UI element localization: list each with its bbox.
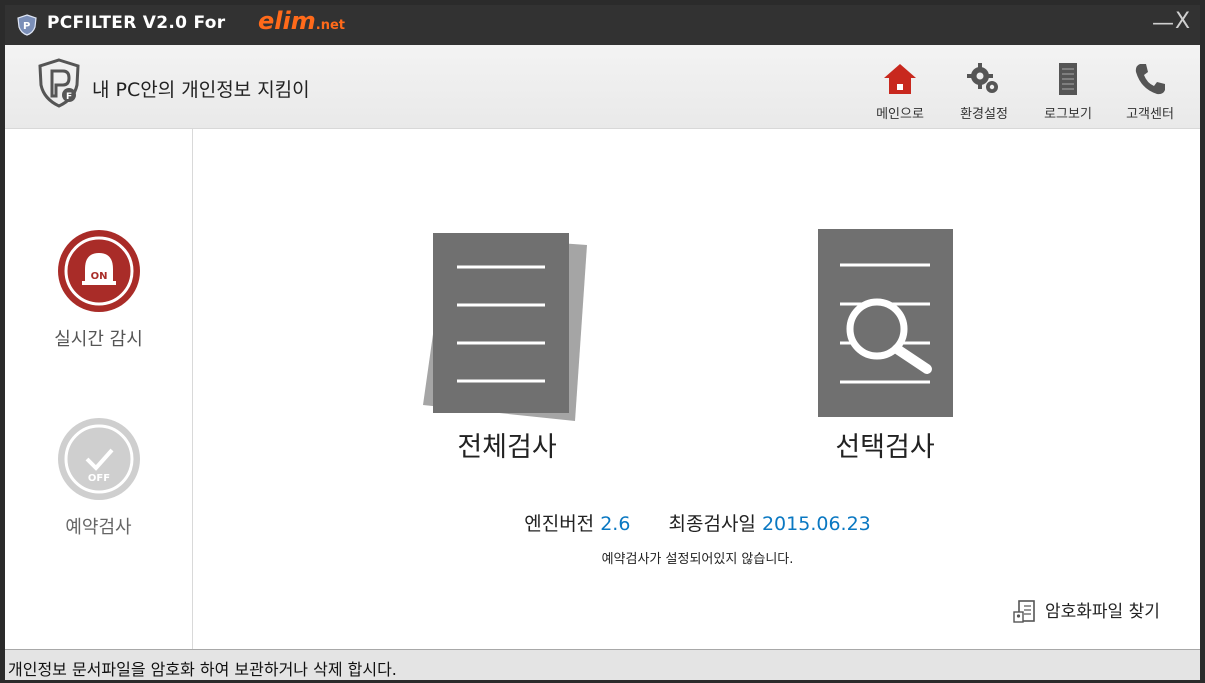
main-content: ON 실시간 감시 OFF 예약검사 전체검사 선택검사 엔진버전 2.6 최종… — [5, 129, 1200, 649]
status-text: 개인정보 문서파일을 암호화 하여 보관하거나 삭제 합시다. — [8, 660, 397, 679]
alarm-on-icon: ON — [57, 230, 140, 312]
nav-home-label: 메인으로 — [876, 107, 924, 122]
nav-home-button[interactable]: 메인으로 — [865, 61, 935, 122]
header-title: 내 PC안의 개인정보 지킴이 — [92, 79, 310, 101]
nav-settings-label: 환경설정 — [960, 107, 1008, 122]
brand-logo: elim.net — [258, 7, 345, 35]
close-button[interactable]: X — [1175, 9, 1190, 34]
nav-support-label: 고객센터 — [1126, 107, 1174, 122]
full-scan-label: 전체검사 — [457, 432, 557, 463]
status-bar: 개인정보 문서파일을 암호화 하여 보관하거나 삭제 합시다. — [5, 649, 1200, 680]
last-scan-value: 2015.06.23 — [761, 513, 871, 535]
svg-text:P: P — [23, 21, 30, 32]
app-logo-icon: P — [17, 14, 37, 36]
minimize-button[interactable]: — — [1152, 11, 1174, 36]
home-icon — [884, 64, 916, 94]
nav-support-button[interactable]: 고객센터 — [1115, 61, 1185, 122]
find-encrypted-button[interactable]: 암호화파일 찾기 — [1013, 597, 1160, 625]
app-window: P PCFILTER V2.0 For elim.net — X F 내 PC안… — [0, 0, 1205, 683]
engine-version-value: 2.6 — [600, 513, 631, 535]
find-encrypted-label: 암호화파일 찾기 — [1045, 602, 1160, 622]
scheduled-label: 예약검사 — [65, 517, 132, 538]
log-icon — [1059, 63, 1077, 95]
select-scan-label: 선택검사 — [835, 432, 935, 463]
realtime-monitor-toggle[interactable]: ON 실시간 감시 — [5, 229, 192, 351]
brand-name: elim — [258, 7, 316, 35]
scheduled-badge: OFF — [87, 473, 109, 484]
nav-log-button[interactable]: 로그보기 — [1033, 61, 1103, 122]
scheduled-scan-toggle[interactable]: OFF 예약검사 — [5, 417, 192, 539]
header-bar: F 내 PC안의 개인정보 지킴이 메인으로 환경설정 로그보기 고객센터 — [5, 45, 1200, 129]
full-scan-button[interactable]: 전체검사 — [417, 229, 597, 464]
magnifier-document-icon — [818, 229, 953, 417]
schedule-note: 예약검사가 설정되어있지 않습니다. — [601, 552, 794, 567]
gear-icon — [967, 63, 998, 93]
realtime-label: 실시간 감시 — [54, 329, 143, 350]
engine-version-label: 엔진버전 — [524, 513, 595, 535]
documents-icon — [423, 233, 587, 421]
engine-info: 엔진버전 2.6 최종검사일 2015.06.23 — [195, 509, 1200, 536]
sidebar: ON 실시간 감시 OFF 예약검사 — [5, 129, 193, 649]
nav-log-label: 로그보기 — [1044, 107, 1092, 122]
nav-settings-button[interactable]: 환경설정 — [949, 61, 1019, 122]
clock-off-icon: OFF — [57, 418, 140, 500]
titlebar: P PCFILTER V2.0 For elim.net — X — [5, 5, 1200, 45]
select-scan-button[interactable]: 선택검사 — [815, 229, 955, 464]
svg-text:F: F — [66, 92, 72, 102]
shield-logo-icon: F — [38, 58, 80, 108]
realtime-badge: ON — [90, 271, 107, 282]
phone-icon — [1135, 64, 1165, 95]
last-scan-label: 최종검사일 — [668, 513, 756, 535]
app-title: PCFILTER V2.0 For — [47, 13, 226, 33]
encrypted-file-icon — [1013, 600, 1035, 623]
brand-suffix: .net — [315, 18, 345, 33]
